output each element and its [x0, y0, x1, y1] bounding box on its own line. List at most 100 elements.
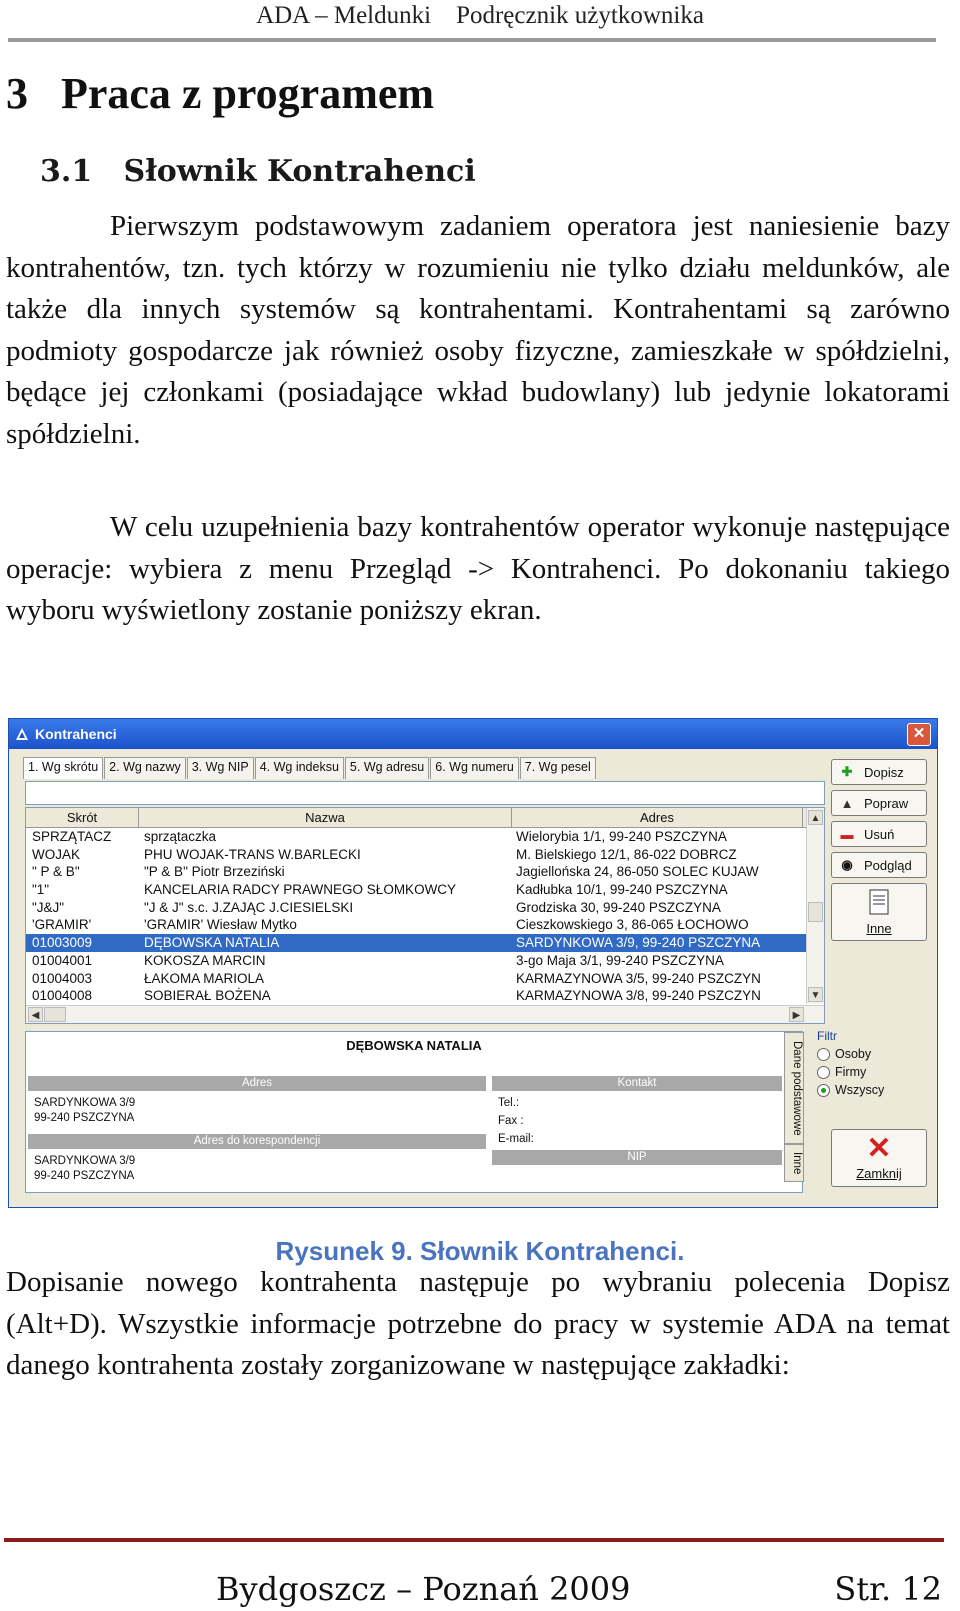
- scroll-right-icon[interactable]: ▶: [789, 1007, 804, 1022]
- table-cell: "P & B" Piotr Brzeziński: [144, 864, 285, 880]
- close-button[interactable]: ✕ Zamknij: [831, 1129, 927, 1187]
- table-cell: Grodziska 30, 99-240 PSZCZYNA: [516, 899, 721, 915]
- tab-sort-6[interactable]: 6. Wg numeru: [430, 757, 519, 779]
- table-cell: SOBIERAŁ BOŻENA: [144, 988, 271, 1004]
- table-cell: 01004003: [32, 970, 93, 986]
- table-row[interactable]: 'GRAMIR' 'GRAMIR' Wiesław Mytko Cieszkowsk…: [26, 916, 824, 934]
- footer-page-number: Str. 12: [834, 1570, 942, 1608]
- window-titlebar: Kontrahenci: [9, 719, 937, 749]
- filter-option-firmy[interactable]: Firmy: [817, 1065, 917, 1079]
- document-icon: [869, 889, 889, 915]
- window-close-button[interactable]: ✕: [907, 723, 931, 746]
- footer-location: Bydgoszcz – Poznań 2009: [216, 1570, 631, 1608]
- address-header: Adres: [28, 1076, 486, 1091]
- table-row[interactable]: 01004001 KOKOSZA MARCIN 3-go Maja 3/1, 99-…: [26, 952, 824, 970]
- minus-icon: ▬: [840, 826, 854, 842]
- address-line1: SARDYNKOWA 3/9: [34, 1097, 136, 1109]
- scroll-down-icon[interactable]: ▼: [808, 987, 823, 1002]
- table-row[interactable]: "1" KANCELARIA RADCY PRAWNEGO SŁOMKOWCY Ka…: [26, 881, 824, 899]
- address-line2: 99-240 PSZCZYNA: [34, 1112, 135, 1124]
- hscroll-thumb[interactable]: [44, 1007, 66, 1022]
- fax-label: Fax :: [498, 1115, 524, 1127]
- tab-other[interactable]: Inne: [784, 1144, 804, 1182]
- paragraph-3: Dopisanie nowego kontrahenta następuje p…: [6, 1266, 950, 1381]
- table-row[interactable]: 01003009 DĘBOWSKA NATALIA SARDYNKOWA 3/9, …: [26, 934, 824, 952]
- table-cell: KOKOSZA MARCIN: [144, 952, 266, 968]
- email-label: E-mail:: [498, 1133, 534, 1145]
- filter-option-osoby[interactable]: Osoby: [817, 1047, 917, 1061]
- table-row[interactable]: "J&J" "J & J" s.c. J.ZAJĄC J.CIESIELSKI Gr…: [26, 899, 824, 917]
- radio-icon: [817, 1065, 830, 1079]
- paragraph-2: W celu uzupełnienia bazy kontrahentów op…: [6, 511, 950, 626]
- table-cell: WOJAK: [32, 846, 81, 862]
- grid-horizontal-scrollbar[interactable]: ◀ ▶: [26, 1005, 824, 1023]
- table-cell: 01004008: [32, 988, 93, 1004]
- corr-address-header: Adres do korespondencji: [28, 1134, 486, 1149]
- tab-sort-2[interactable]: 2. Wg nazwy: [104, 757, 186, 779]
- table-cell: "J&J": [32, 899, 65, 915]
- contractor-detail-panel: DĘBOWSKA NATALIA Adres SARDYNKOWA 3/9 99…: [25, 1031, 804, 1193]
- table-row[interactable]: SPRZĄTACZ sprzątaczka Wielorybia 1/1, 99-2…: [26, 828, 824, 846]
- tab-sort-5[interactable]: 5. Wg adresu: [344, 757, 430, 779]
- contractors-grid[interactable]: Skrót Nazwa Adres SPRZĄTACZ sprzątaczka Wi…: [25, 807, 825, 1024]
- table-cell: SARDYNKOWA 3/9, 99-240 PSZCZYNA: [516, 935, 761, 951]
- header-title: ADA – Meldunki Podręcznik użytkownika: [256, 2, 704, 29]
- action-buttons: ✚ Dopisz ▲ Popraw ▬ Usuń ◉ Podgląd Inne: [831, 759, 927, 941]
- table-cell: 'GRAMIR' Wiesław Mytko: [144, 917, 297, 933]
- table-cell: KARMAZYNOWA 3/5, 99-240 PSZCZYN: [516, 970, 761, 986]
- col-header-skrot[interactable]: Skrót: [26, 808, 139, 827]
- preview-button[interactable]: ◉ Podgląd: [831, 852, 927, 878]
- edit-triangle-icon: ▲: [840, 795, 854, 811]
- table-cell: 01004001: [32, 952, 93, 968]
- footer-rule: [4, 1538, 944, 1542]
- filter-group: Filtr Osoby Firmy Wszyscy: [817, 1029, 917, 1119]
- col-header-adres[interactable]: Adres: [512, 808, 803, 827]
- nip-header: NIP: [492, 1150, 782, 1165]
- app-icon: [16, 728, 28, 740]
- plus-icon: ✚: [841, 764, 853, 779]
- delete-button[interactable]: ▬ Usuń: [831, 821, 927, 847]
- table-row[interactable]: 01004003 ŁAKOMA MARIOLA KARMAZYNOWA 3/5, 9…: [26, 970, 824, 988]
- filter-option-wszyscy[interactable]: Wszyscy: [817, 1083, 917, 1097]
- corr-address-line2: 99-240 PSZCZYNA: [34, 1170, 135, 1182]
- add-button[interactable]: ✚ Dopisz: [831, 759, 927, 785]
- table-cell: Jagiellońska 24, 86-050 SOLEC KUJAW: [516, 864, 759, 880]
- filter-label: Filtr: [817, 1029, 837, 1043]
- table-cell: PHU WOJAK-TRANS W.BARLECKI: [144, 846, 361, 862]
- table-cell: ŁAKOMA MARIOLA: [144, 970, 265, 986]
- other-button[interactable]: Inne: [831, 883, 927, 941]
- scroll-up-icon[interactable]: ▲: [808, 810, 823, 825]
- window-title: Kontrahenci: [35, 726, 117, 742]
- table-cell: SPRZĄTACZ: [32, 829, 112, 844]
- table-cell: 'GRAMIR': [32, 917, 92, 933]
- table-cell: DĘBOWSKA NATALIA: [144, 935, 280, 951]
- scroll-thumb[interactable]: [808, 902, 823, 922]
- tab-sort-1[interactable]: 1. Wg skrótu: [23, 757, 104, 779]
- table-cell: Kadłubka 10/1, 99-240 PSZCZYNA: [516, 882, 728, 898]
- page-header: ADA – Meldunki Podręcznik użytkownika: [0, 0, 960, 42]
- table-row[interactable]: WOJAK PHU WOJAK-TRANS W.BARLECKI M. Bielsk…: [26, 846, 824, 864]
- table-cell: KARMAZYNOWA 3/8, 99-240 PSZCZYN: [516, 988, 761, 1004]
- tab-sort-4[interactable]: 4. Wg indeksu: [254, 757, 344, 779]
- table-cell: "J & J" s.c. J.ZAJĄC J.CIESIELSKI: [144, 899, 354, 915]
- detail-contractor-name: DĘBOWSKA NATALIA: [346, 1038, 482, 1053]
- table-row[interactable]: " P & B" "P & B" Piotr Brzeziński Jagiello…: [26, 863, 824, 881]
- edit-button[interactable]: ▲ Popraw: [831, 790, 927, 816]
- col-header-nazwa[interactable]: Nazwa: [139, 808, 512, 827]
- grid-body: SPRZĄTACZ sprzątaczka Wielorybia 1/1, 99-2…: [26, 828, 824, 1005]
- tab-sort-3[interactable]: 3. Wg NIP: [186, 757, 254, 779]
- table-row[interactable]: 01004008 SOBIERAŁ BOŻENA KARMAZYNOWA 3/8, …: [26, 987, 824, 1005]
- scroll-left-icon[interactable]: ◀: [28, 1007, 43, 1022]
- tab-sort-7[interactable]: 7. Wg pesel: [519, 757, 596, 779]
- table-cell: 3-go Maja 3/1, 99-240 PSZCZYNA: [516, 952, 724, 968]
- paragraph-1: Pierwszym podstawowym zadaniem operatora…: [6, 210, 950, 450]
- radio-selected-icon: [817, 1083, 830, 1097]
- chapter-title: 3 Praca z programem: [6, 69, 435, 118]
- grid-vertical-scrollbar[interactable]: ▲ ▼: [806, 808, 824, 1004]
- table-cell: Cieszkowskiego 3, 86-065 ŁOCHOWO: [516, 917, 749, 933]
- kontrahenci-window: Kontrahenci ✕ 1. Wg skrótu 2. Wg nazwy 3. …: [8, 718, 938, 1208]
- tab-basic-data[interactable]: Dane podstawowe: [784, 1032, 804, 1144]
- table-cell: "1": [32, 882, 50, 898]
- search-input[interactable]: [25, 781, 825, 805]
- section-title: 3.1 Słownik Kontrahenci: [40, 154, 476, 189]
